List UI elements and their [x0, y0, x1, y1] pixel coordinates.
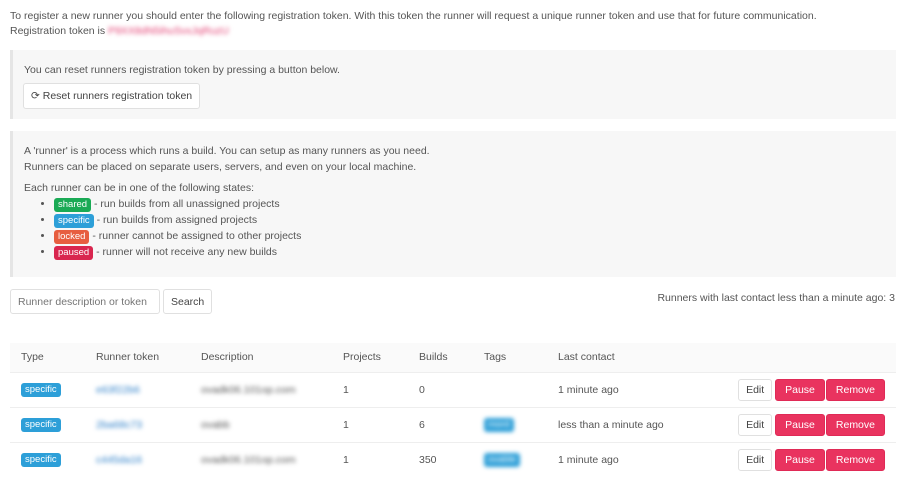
runners-table: Type Runner token Description Projects Build… [10, 343, 896, 477]
runner-description: ovadk06.101op.com [201, 453, 296, 466]
state-label-paused: paused [54, 246, 94, 260]
refresh-icon: ⟳ [31, 90, 40, 102]
table-row: specific c445da16 ovadk06.101op.com 1 35… [10, 441, 896, 477]
last-contact: 1 minute ago [547, 441, 690, 477]
state-item: shared - run builds from all unassigned … [54, 196, 896, 212]
table-row: specific 2ba68c73 ovabb 1 6 mord less th… [10, 406, 896, 442]
pause-button[interactable]: Pause [775, 448, 825, 471]
state-desc: - run builds from all unassigned project… [93, 198, 280, 210]
info-line-2: Runners can be placed on separate users,… [24, 161, 417, 173]
reset-panel: You can reset runners registration token… [10, 50, 896, 119]
remove-button[interactable]: Remove [825, 448, 885, 471]
projects-count: 1 [332, 371, 408, 407]
states-title: Each runner can be in one of the followi… [24, 182, 254, 194]
builds-count: 350 [408, 441, 473, 477]
column-header: Description [190, 343, 332, 372]
projects-count: 1 [332, 441, 408, 477]
runner-token-link[interactable]: c445da16 [96, 454, 142, 466]
state-desc: - runner will not receive any new builds [96, 246, 278, 258]
state-desc: - runner cannot be assigned to other pro… [92, 230, 302, 242]
remove-button[interactable]: Remove [825, 378, 885, 401]
registration-token: P9XX8dN5ihuSvxJqRuzU [108, 25, 229, 37]
type-badge: specific [21, 417, 61, 432]
state-desc: - run builds from assigned projects [96, 214, 258, 226]
state-item: locked - runner cannot be assigned to ot… [54, 228, 896, 244]
pause-button[interactable]: Pause [775, 378, 825, 401]
reset-text: You can reset runners registration token… [24, 64, 340, 76]
runner-description: ovadk06.101op.com [201, 383, 296, 396]
column-header: Type [10, 343, 85, 372]
projects-count: 1 [332, 406, 408, 442]
actions-header [689, 343, 896, 372]
edit-button[interactable]: Edit [738, 378, 773, 401]
state-item: specific - run builds from assigned proj… [54, 212, 896, 228]
column-header: Last contact [547, 343, 690, 372]
reset-token-button[interactable]: ⟳ Reset runners registration token [23, 83, 201, 109]
intro-text: To register a new runner you should ente… [10, 10, 817, 22]
table-row: specific e63f22b6 ovadk06.101op.com 1 0 … [10, 371, 896, 407]
last-contact: less than a minute ago [547, 406, 690, 442]
remove-button[interactable]: Remove [825, 413, 885, 436]
pause-button[interactable]: Pause [775, 413, 825, 436]
column-header: Builds [408, 343, 473, 372]
builds-count: 6 [408, 406, 473, 442]
reset-token-label: Reset runners registration token [42, 90, 193, 102]
builds-count: 0 [408, 371, 473, 407]
column-header: Projects [332, 343, 408, 372]
state-label-locked: locked [54, 230, 90, 244]
runner-search-input[interactable] [10, 289, 160, 314]
type-badge: specific [21, 382, 61, 397]
column-header: Runner token [85, 343, 190, 372]
states-list: shared - run builds from all unassigned … [24, 196, 896, 260]
search-button[interactable]: Search [163, 289, 213, 314]
token-label: Registration token is [10, 25, 106, 37]
token-line: Registration token is P9XX8dN5ihuSvxJqRu… [10, 25, 229, 37]
runner-token-link[interactable]: e63f22b6 [96, 384, 140, 396]
state-label-shared: shared [54, 198, 92, 212]
tag-badge: ovable [484, 452, 520, 467]
runner-info-panel: A 'runner' is a process which runs a bui… [10, 131, 896, 277]
state-label-specific: specific [54, 214, 94, 228]
type-badge: specific [21, 452, 61, 467]
last-contact: 1 minute ago [547, 371, 690, 407]
runner-description: ovabb [201, 418, 230, 431]
edit-button[interactable]: Edit [738, 413, 773, 436]
info-line-1: A 'runner' is a process which runs a bui… [24, 145, 430, 157]
tag-badge: mord [484, 417, 514, 432]
runner-token-link[interactable]: 2ba68c73 [96, 419, 142, 431]
contact-summary: Runners with last contact less than a mi… [657, 292, 895, 304]
column-header: Tags [473, 343, 547, 372]
state-item: paused - runner will not receive any new… [54, 244, 896, 260]
edit-button[interactable]: Edit [738, 448, 773, 471]
